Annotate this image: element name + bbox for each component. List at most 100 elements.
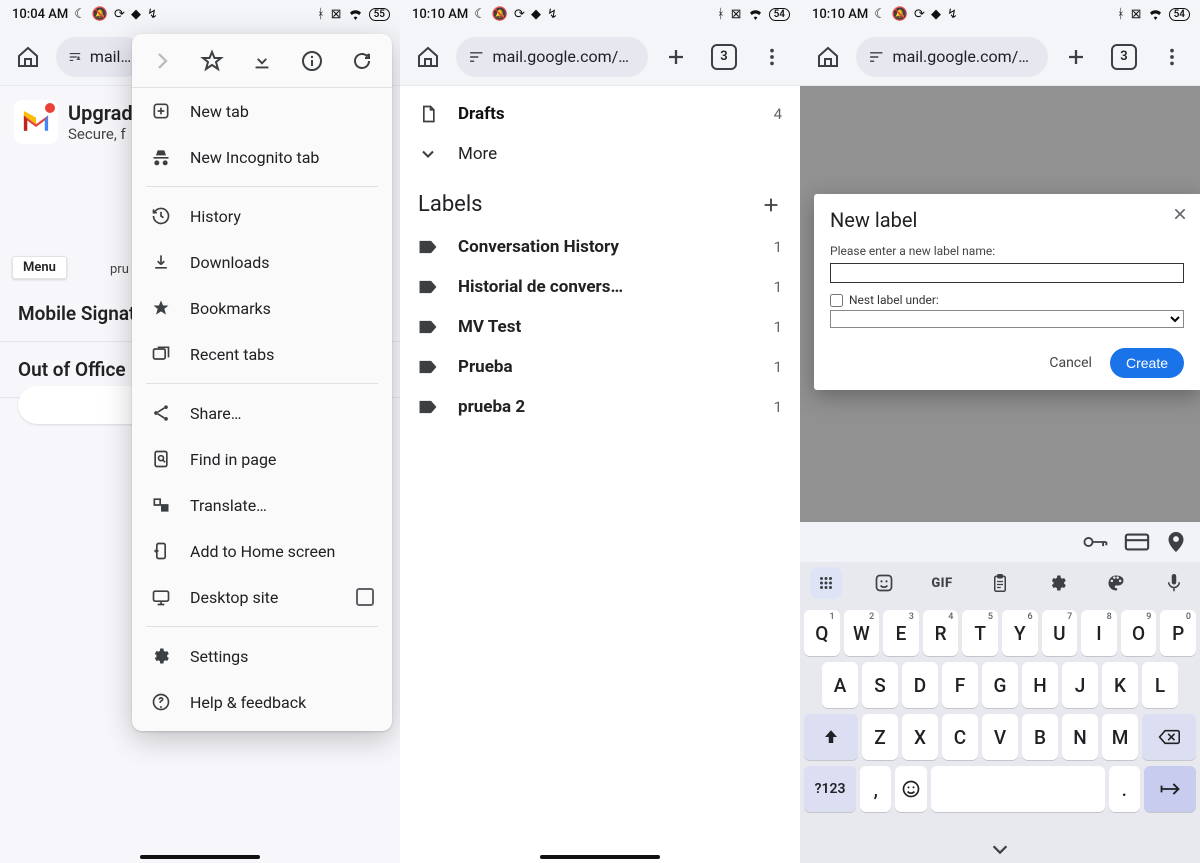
menu-downloads[interactable]: Downloads bbox=[132, 239, 392, 285]
menu-settings[interactable]: Settings bbox=[132, 633, 392, 679]
home-button[interactable] bbox=[408, 37, 448, 77]
omnibox[interactable]: mail.google.com/mail bbox=[856, 37, 1048, 77]
key-t[interactable]: T5 bbox=[962, 610, 998, 656]
bookmark-button[interactable] bbox=[196, 49, 228, 73]
key-n[interactable]: N bbox=[1062, 714, 1098, 760]
menu-help[interactable]: Help & feedback bbox=[132, 679, 392, 725]
key-e[interactable]: E3 bbox=[883, 610, 919, 656]
key-o[interactable]: O9 bbox=[1121, 610, 1157, 656]
label-count: 1 bbox=[774, 318, 782, 336]
menu-share[interactable]: Share… bbox=[132, 390, 392, 436]
location-icon[interactable] bbox=[1166, 530, 1186, 554]
forward-button[interactable] bbox=[146, 49, 178, 73]
label-row[interactable]: MV Test 1 bbox=[400, 307, 800, 347]
tab-switcher[interactable]: 3 bbox=[704, 37, 744, 77]
add-label-button[interactable] bbox=[760, 194, 782, 216]
key-c[interactable]: C bbox=[942, 714, 978, 760]
home-button[interactable] bbox=[8, 37, 48, 77]
info-button[interactable] bbox=[296, 49, 328, 73]
menu-bookmarks[interactable]: Bookmarks bbox=[132, 285, 392, 331]
key-w[interactable]: W2 bbox=[844, 610, 880, 656]
new-label-dialog: New label Please enter a new label name:… bbox=[814, 194, 1200, 390]
menu-add-home[interactable]: Add to Home screen bbox=[132, 528, 392, 574]
label-name: MV Test bbox=[458, 317, 521, 337]
key-j[interactable]: J bbox=[1062, 662, 1098, 708]
menu-chip[interactable]: Menu bbox=[12, 256, 67, 279]
tab-switcher[interactable]: 3 bbox=[1104, 37, 1144, 77]
kb-menu-icon[interactable] bbox=[810, 567, 842, 599]
clock: 10:10 AM bbox=[412, 7, 468, 22]
period-key[interactable]: . bbox=[1109, 766, 1140, 812]
desktop-checkbox[interactable] bbox=[356, 588, 374, 606]
label-row[interactable]: Prueba 1 bbox=[400, 347, 800, 387]
overflow-button[interactable] bbox=[752, 37, 792, 77]
space-key[interactable] bbox=[931, 766, 1105, 812]
key-u[interactable]: U7 bbox=[1042, 610, 1078, 656]
key-b[interactable]: B bbox=[1022, 714, 1058, 760]
omnibox[interactable]: mail.g… bbox=[56, 37, 144, 77]
key-r[interactable]: R4 bbox=[923, 610, 959, 656]
battery-pill: 54 bbox=[1169, 8, 1190, 21]
new-tab-button[interactable] bbox=[1056, 37, 1096, 77]
key-a[interactable]: A bbox=[822, 662, 858, 708]
key-v[interactable]: V bbox=[982, 714, 1018, 760]
nest-checkbox[interactable] bbox=[830, 294, 843, 307]
keyboard-collapse-bar[interactable] bbox=[800, 835, 1200, 863]
shift-key[interactable] bbox=[804, 714, 858, 760]
label-row[interactable]: prueba 2 1 bbox=[400, 387, 800, 427]
label-row[interactable]: Historial de convers… 1 bbox=[400, 267, 800, 307]
theme-icon[interactable] bbox=[1100, 567, 1132, 599]
label-row[interactable]: Conversation History 1 bbox=[400, 227, 800, 267]
key-x[interactable]: X bbox=[902, 714, 938, 760]
menu-history[interactable]: History bbox=[132, 193, 392, 239]
sidebar-drafts[interactable]: Drafts 4 bbox=[400, 94, 800, 134]
password-key-icon[interactable] bbox=[1082, 531, 1108, 553]
dialog-close-button[interactable] bbox=[1172, 206, 1188, 222]
backspace-key[interactable] bbox=[1142, 714, 1196, 760]
omnibox[interactable]: mail.google.com/mail bbox=[456, 37, 648, 77]
key-m[interactable]: M bbox=[1102, 714, 1138, 760]
gif-button[interactable]: GIF bbox=[926, 567, 958, 599]
nest-select[interactable] bbox=[830, 310, 1184, 328]
numbers-key[interactable]: ?123 bbox=[804, 766, 856, 812]
menu-translate[interactable]: Translate… bbox=[132, 482, 392, 528]
key-z[interactable]: Z bbox=[862, 714, 898, 760]
create-button[interactable]: Create bbox=[1110, 348, 1184, 378]
key-d[interactable]: D bbox=[902, 662, 938, 708]
menu-new-tab[interactable]: New tab bbox=[132, 88, 392, 134]
url-text: mail.google.com/mail bbox=[893, 47, 1036, 66]
sidebar-more[interactable]: More bbox=[400, 134, 800, 174]
cancel-button[interactable]: Cancel bbox=[1049, 355, 1092, 371]
download-button[interactable] bbox=[246, 50, 278, 72]
keyboard: Q1W2E3R4T5Y6U7I8O9P0 ASDFGHJKL ZXCVBNM ?… bbox=[800, 604, 1200, 835]
clipboard-icon[interactable] bbox=[984, 567, 1016, 599]
refresh-button[interactable] bbox=[346, 49, 378, 73]
sticker-icon[interactable] bbox=[868, 567, 900, 599]
key-i[interactable]: I8 bbox=[1081, 610, 1117, 656]
key-p[interactable]: P0 bbox=[1160, 610, 1196, 656]
key-l[interactable]: L bbox=[1142, 662, 1178, 708]
menu-find[interactable]: Find in page bbox=[132, 436, 392, 482]
label-name-input[interactable] bbox=[830, 263, 1184, 283]
key-s[interactable]: S bbox=[862, 662, 898, 708]
card-icon[interactable] bbox=[1124, 532, 1150, 552]
comma-key[interactable]: , bbox=[860, 766, 891, 812]
wifi-icon bbox=[1148, 9, 1163, 20]
menu-label: New tab bbox=[190, 102, 249, 121]
menu-incognito[interactable]: New Incognito tab bbox=[132, 134, 392, 180]
home-button[interactable] bbox=[808, 37, 848, 77]
key-k[interactable]: K bbox=[1102, 662, 1138, 708]
key-h[interactable]: H bbox=[1022, 662, 1058, 708]
kb-settings-icon[interactable] bbox=[1042, 567, 1074, 599]
key-f[interactable]: F bbox=[942, 662, 978, 708]
emoji-key[interactable] bbox=[895, 766, 926, 812]
key-g[interactable]: G bbox=[982, 662, 1018, 708]
enter-key[interactable] bbox=[1144, 766, 1196, 812]
new-tab-button[interactable] bbox=[656, 37, 696, 77]
menu-desktop-site[interactable]: Desktop site bbox=[132, 574, 392, 620]
mic-icon[interactable] bbox=[1158, 567, 1190, 599]
menu-recent-tabs[interactable]: Recent tabs bbox=[132, 331, 392, 377]
key-y[interactable]: Y6 bbox=[1002, 610, 1038, 656]
key-q[interactable]: Q1 bbox=[804, 610, 840, 656]
overflow-button[interactable] bbox=[1152, 37, 1192, 77]
